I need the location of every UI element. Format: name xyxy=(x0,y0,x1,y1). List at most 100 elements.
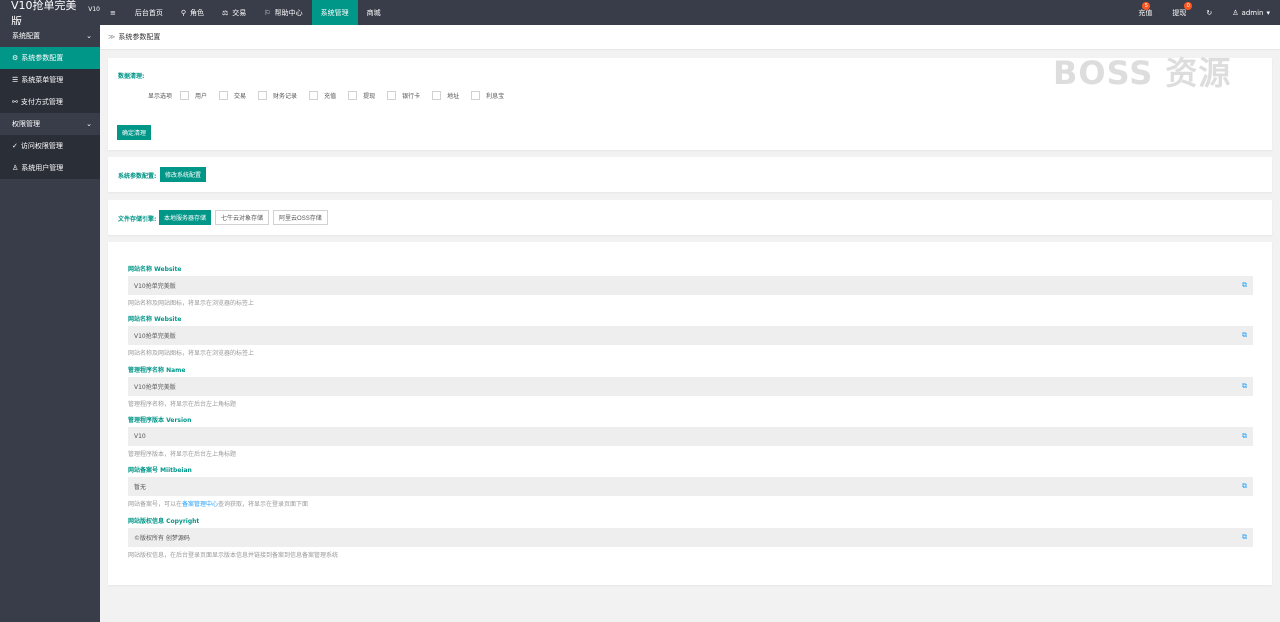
data-clean-options: 显示选项 用户 交易 财务记录 充值 提现 银行卡 地址 利息宝 xyxy=(148,91,516,100)
recharge-link[interactable]: 充值 5 xyxy=(1128,0,1162,25)
field-value: ©版权所有 创梦源码 xyxy=(134,535,190,542)
field-hint: 网站名称及网站图标，将显示在浏览器的标签上 xyxy=(128,350,255,357)
refresh-icon: ↻ xyxy=(1206,8,1213,17)
nav-home[interactable]: 后台首页 xyxy=(126,0,172,25)
scale-icon: ⚖ xyxy=(222,8,229,17)
sidebar-item-label: 访问权限管理 xyxy=(20,142,63,150)
withdraw-label: 提现 xyxy=(1172,8,1187,17)
system-params-title: 系统参数配置: xyxy=(118,173,157,180)
refresh-button[interactable]: ↻ xyxy=(1196,0,1222,25)
sidebar-item-label: 支付方式管理 xyxy=(20,98,63,106)
user-icon: ♙ xyxy=(12,164,19,172)
storage-qiniu-button[interactable]: 七牛云对象存储 xyxy=(215,210,270,225)
app-version-input[interactable]: V10 ⧉ xyxy=(128,427,1253,446)
nav-trade[interactable]: ⚖ 交易 xyxy=(213,0,255,25)
top-nav: ≡ 后台首页 ⚲ 角色 ⚖ 交易 ⚐ 帮助中心 系统管理 商城 xyxy=(100,0,390,25)
field-title: 网站备案号 Miitbeian xyxy=(128,467,192,474)
checkbox-label: 提现 xyxy=(363,93,376,100)
field-title: 网站名称 Website xyxy=(128,316,182,323)
checkbox-label: 地址 xyxy=(447,93,460,100)
app-logo[interactable]: V10抢单完美版 V10 xyxy=(0,0,100,28)
breadcrumb-current[interactable]: 系统参数配置 xyxy=(118,32,160,42)
menu-toggle-button[interactable]: ≡ xyxy=(100,0,126,25)
nav-roles[interactable]: ⚲ 角色 xyxy=(172,0,213,25)
field-value: V10抢单完美版 xyxy=(134,283,176,290)
field-hint: 网站版权信息，在后台登录页面显示版本信息并链接到备案到信息备案管理系统 xyxy=(128,552,339,559)
storage-engine-title: 文件存储引擎: xyxy=(118,216,157,223)
storage-engine-card: 文件存储引擎: 本地服务器存储 七牛云对象存储 阿里云OSS存储 xyxy=(108,200,1272,235)
checkbox-label: 交易 xyxy=(234,93,247,100)
field-value: V10抢单完美版 xyxy=(134,333,176,340)
storage-local-button[interactable]: 本地服务器存储 xyxy=(159,210,212,225)
nav-help-label: 帮助中心 xyxy=(274,8,303,17)
sidebar-item-users[interactable]: ♙ 系统用户管理 xyxy=(0,157,100,179)
field-title: 网站名称 Website xyxy=(128,266,182,273)
field-app-name: 管理程序名称 Name V10抢单完美版 ⧉ 管理程序名称，将显示在后台左上角标… xyxy=(128,365,1253,408)
nav-help[interactable]: ⚐ 帮助中心 xyxy=(255,0,311,25)
field-title: 管理程序版本 Version xyxy=(128,417,192,424)
nav-shop[interactable]: 商城 xyxy=(358,0,390,25)
sidebar-item-access[interactable]: ✓ 访问权限管理 xyxy=(0,135,100,157)
website-name-input[interactable]: V10抢单完美版 ⧉ xyxy=(128,276,1253,295)
sidebar-item-menu-manage[interactable]: ☰ 系统菜单管理 xyxy=(0,69,100,91)
field-website-name-2: 网站名称 Website V10抢单完美版 ⧉ 网站名称及网站图标，将显示在浏览… xyxy=(128,314,1253,357)
sidebar-group-permissions[interactable]: 权限管理 ⌄ xyxy=(0,113,100,135)
checkbox-address[interactable] xyxy=(432,91,442,100)
display-options-label: 显示选项 xyxy=(148,93,173,100)
breadcrumb: ≫ 系统参数配置 xyxy=(100,25,1280,50)
checkbox-users[interactable] xyxy=(180,91,190,100)
beian-center-link[interactable]: 备案管理中心 xyxy=(182,501,218,508)
checkbox-trades[interactable] xyxy=(219,91,229,100)
hamburger-icon: ≡ xyxy=(110,8,116,17)
sidebar: 系统配置 ⌄ ⚙ 系统参数配置 ☰ 系统菜单管理 ⚯ 支付方式管理 权限管理 ⌄… xyxy=(0,25,100,622)
copy-icon[interactable]: ⧉ xyxy=(1242,432,1247,441)
checkbox-label: 用户 xyxy=(195,93,208,100)
sidebar-item-label: 系统用户管理 xyxy=(21,164,64,172)
website-name-input-2[interactable]: V10抢单完美版 ⧉ xyxy=(128,326,1253,345)
chevron-down-icon: ▾ xyxy=(1266,8,1270,17)
user-name: admin xyxy=(1241,8,1264,17)
field-copyright: 网站版权信息 Copyright ©版权所有 创梦源码 ⧉ 网站版权信息，在后台… xyxy=(128,516,1253,559)
user-icon: ⚲ xyxy=(180,8,187,17)
copy-icon[interactable]: ⧉ xyxy=(1242,331,1247,340)
copy-icon[interactable]: ⧉ xyxy=(1242,382,1247,391)
checkbox-label: 利息宝 xyxy=(486,93,505,100)
checkbox-label: 财务记录 xyxy=(273,93,298,100)
checkbox-withdraw[interactable] xyxy=(348,91,358,100)
field-value: V10抢单完美版 xyxy=(134,384,176,391)
field-value: 暂无 xyxy=(134,484,147,491)
field-hint: 网站名称及网站图标，将显示在浏览器的标签上 xyxy=(128,300,255,307)
checkbox-label: 充值 xyxy=(324,93,337,100)
copy-icon[interactable]: ⧉ xyxy=(1242,533,1247,542)
checkbox-bankcard[interactable] xyxy=(387,91,397,100)
checkbox-interest[interactable] xyxy=(471,91,481,100)
withdraw-link[interactable]: 提现 0 xyxy=(1162,0,1196,25)
checkbox-recharge[interactable] xyxy=(309,91,319,100)
storage-aliyun-button[interactable]: 阿里云OSS存储 xyxy=(273,210,328,225)
hint-text: 网站备案号，可以在 xyxy=(128,501,183,508)
sidebar-item-payment[interactable]: ⚯ 支付方式管理 xyxy=(0,91,100,113)
nav-system[interactable]: 系统管理 xyxy=(311,0,358,25)
checkbox-finance[interactable] xyxy=(258,91,268,100)
copy-icon[interactable]: ⧉ xyxy=(1242,281,1247,290)
confirm-clean-button[interactable]: 确定清理 xyxy=(117,125,152,140)
check-circle-icon: ✓ xyxy=(12,142,18,150)
sidebar-item-label: 系统菜单管理 xyxy=(21,76,64,84)
copyright-input[interactable]: ©版权所有 创梦源码 ⧉ xyxy=(128,528,1253,547)
storage-options: 本地服务器存储 七牛云对象存储 阿里云OSS存储 xyxy=(159,210,328,225)
field-hint: 管理程序版本，将显示在后台左上角标题 xyxy=(128,451,237,458)
nav-trade-label: 交易 xyxy=(232,8,247,17)
user-icon: ♙ xyxy=(1232,8,1239,17)
chevron-down-icon: ⌄ xyxy=(86,120,92,128)
user-menu[interactable]: ♙ admin ▾ xyxy=(1222,0,1280,25)
copy-icon[interactable]: ⧉ xyxy=(1242,482,1247,491)
edit-system-config-button[interactable]: 修改系统配置 xyxy=(160,167,207,182)
miitbeian-input[interactable]: 暂无 ⧉ xyxy=(128,477,1253,496)
sidebar-item-system-params[interactable]: ⚙ 系统参数配置 xyxy=(0,47,100,69)
sidebar-group-system-config[interactable]: 系统配置 ⌄ xyxy=(0,25,100,47)
field-title: 管理程序名称 Name xyxy=(128,367,186,374)
list-icon: ☰ xyxy=(12,76,19,84)
app-name-input[interactable]: V10抢单完美版 ⧉ xyxy=(128,377,1253,396)
sidebar-group-label: 权限管理 xyxy=(12,120,40,128)
data-clean-title: 数据清理: xyxy=(118,73,145,80)
